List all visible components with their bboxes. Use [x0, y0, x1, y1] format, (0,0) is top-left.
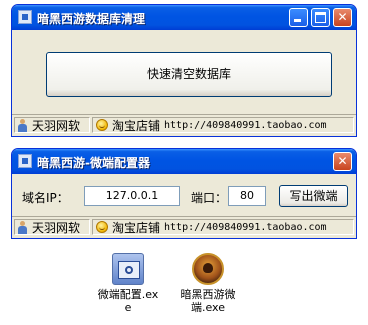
shop-label: 淘宝店铺 [112, 220, 161, 235]
port-label: 端口： [191, 191, 228, 205]
db-cleaner-window: 暗黑西游数据库清理 ✕ 快速清空数据库 天羽网软 淘宝店铺 http://409… [11, 4, 357, 137]
window-title: 暗黑西游数据库清理 [37, 12, 146, 26]
maximize-button[interactable] [311, 8, 330, 27]
status-pane-author: 天羽网软 [14, 219, 90, 235]
status-bar: 天羽网软 淘宝店铺 http://409840991.taobao.com [12, 216, 356, 238]
author-label: 天羽网软 [32, 220, 81, 235]
shop-url[interactable]: http://409840991.taobao.com [164, 120, 327, 131]
status-pane-shop[interactable]: 淘宝店铺 http://409840991.taobao.com [92, 219, 354, 235]
micro-client-config-window: 暗黑西游-微端配置器 ✕ 域名IP： 127.0.0.1 端口： 80 写出微端… [11, 148, 357, 239]
window-title: 暗黑西游-微端配置器 [37, 156, 150, 170]
shop-url[interactable]: http://409840991.taobao.com [164, 222, 327, 233]
domain-ip-input[interactable]: 127.0.0.1 [84, 186, 180, 206]
title-bar[interactable]: 暗黑西游-微端配置器 ✕ [12, 149, 356, 174]
smiley-icon [96, 119, 108, 131]
app-icon [18, 154, 32, 168]
title-bar[interactable]: 暗黑西游数据库清理 ✕ [12, 5, 356, 30]
desktop-icon-config[interactable]: 微端配置.exe [96, 253, 160, 314]
domain-ip-label: 域名IP： [22, 191, 69, 205]
desktop-icon-label: 暗黑西游微端.exe [180, 288, 236, 314]
status-bar: 天羽网软 淘宝店铺 http://409840991.taobao.com [12, 114, 356, 136]
game-app-icon [192, 253, 224, 285]
config-app-icon [112, 253, 144, 285]
minimize-button[interactable] [289, 8, 308, 27]
author-label: 天羽网软 [32, 118, 81, 133]
config-form: 域名IP： 127.0.0.1 端口： 80 写出微端 [12, 185, 356, 209]
close-button[interactable]: ✕ [333, 152, 352, 171]
user-icon [17, 118, 28, 132]
smiley-icon [96, 221, 108, 233]
port-input[interactable]: 80 [228, 186, 266, 206]
status-pane-author: 天羽网软 [14, 117, 90, 133]
write-client-button[interactable]: 写出微端 [279, 185, 348, 207]
status-pane-shop[interactable]: 淘宝店铺 http://409840991.taobao.com [92, 117, 354, 133]
close-button[interactable]: ✕ [333, 8, 352, 27]
user-icon [17, 220, 28, 234]
desktop-icon-game[interactable]: 暗黑西游微端.exe [176, 253, 240, 314]
clear-database-button[interactable]: 快速清空数据库 [46, 52, 332, 97]
desktop-icon-label: 微端配置.exe [97, 288, 159, 314]
app-icon [18, 10, 32, 24]
shop-label: 淘宝店铺 [112, 118, 161, 133]
